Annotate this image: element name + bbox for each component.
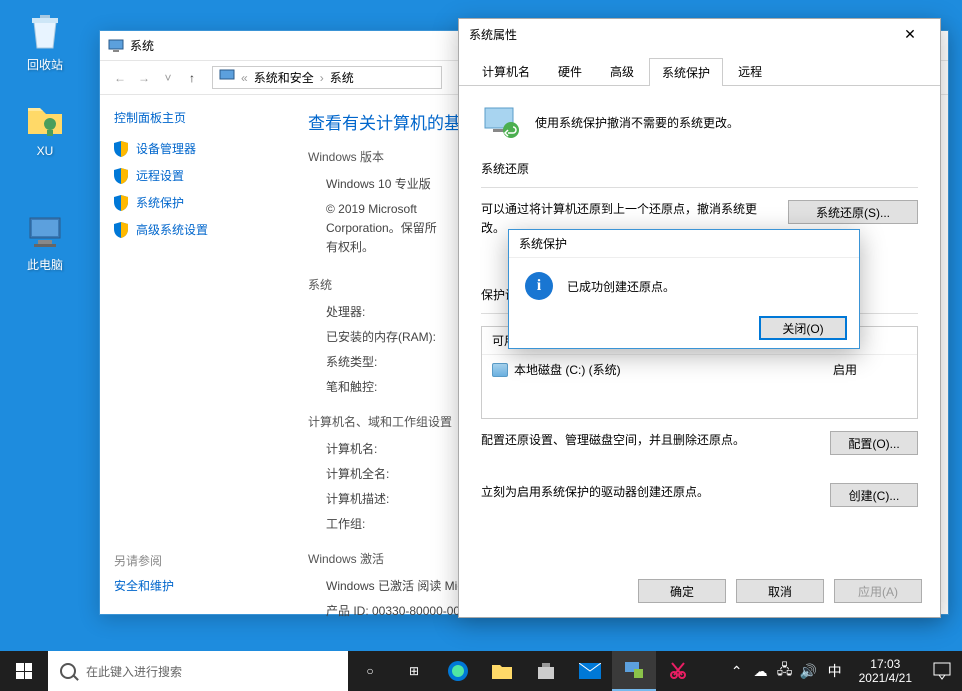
shield-icon bbox=[114, 195, 128, 211]
system-tray: ⌃ ☁ 🖧 🔊 中 17:03 2021/4/21 bbox=[725, 651, 962, 691]
label-pentouch: 笔和触控: bbox=[326, 378, 456, 395]
desktop-icon-thispc[interactable]: 此电脑 bbox=[10, 210, 80, 273]
label-ram: 已安装的内存(RAM): bbox=[326, 328, 456, 345]
tray-volume-icon[interactable]: 🔊 bbox=[797, 651, 821, 691]
label-compdesc: 计算机描述: bbox=[326, 490, 456, 507]
nav-fwd-button: → bbox=[132, 66, 156, 90]
folder-icon bbox=[24, 98, 66, 140]
tray-onedrive-icon[interactable]: ☁ bbox=[749, 651, 773, 691]
shield-icon bbox=[114, 168, 128, 184]
ok-button[interactable]: 确定 bbox=[638, 579, 726, 603]
tray-overflow-button[interactable]: ⌃ bbox=[725, 651, 749, 691]
start-button[interactable] bbox=[0, 651, 48, 691]
drive-name: 本地磁盘 (C:) (系统) bbox=[514, 361, 621, 378]
nav-recent-button[interactable]: ˅ bbox=[156, 66, 180, 90]
configure-button[interactable]: 配置(O)... bbox=[830, 431, 918, 455]
nav-back-button[interactable]: ← bbox=[108, 66, 132, 90]
dialog-title: 系统属性 bbox=[469, 26, 517, 43]
taskbar: 在此键入进行搜索 ○ ⊞ ⌃ ☁ 🖧 🔊 中 17:03 2021/4/21 bbox=[0, 651, 962, 691]
taskbar-app-snip[interactable] bbox=[656, 651, 700, 691]
restore-monitor-icon bbox=[481, 102, 521, 142]
pc-icon bbox=[108, 38, 124, 54]
cp-home-link[interactable]: 控制面板主页 bbox=[114, 109, 276, 126]
sidebar-link-sysprotect[interactable]: 系统保护 bbox=[114, 194, 276, 211]
cancel-button[interactable]: 取消 bbox=[736, 579, 824, 603]
pc-icon bbox=[24, 210, 66, 252]
cortana-button[interactable]: ○ bbox=[348, 651, 392, 691]
close-button[interactable]: ✕ bbox=[890, 21, 930, 47]
messagebox-title: 系统保护 bbox=[519, 235, 567, 252]
sidebar: 控制面板主页 设备管理器 远程设置 系统保护 高级系统设置 另请参阅 安全和维护 bbox=[100, 95, 290, 614]
label-compname: 计算机名: bbox=[326, 440, 456, 457]
sidebar-link-devicemgr[interactable]: 设备管理器 bbox=[114, 140, 276, 157]
create-button[interactable]: 创建(C)... bbox=[830, 483, 918, 507]
taskbar-app-store[interactable] bbox=[524, 651, 568, 691]
info-icon: i bbox=[525, 272, 553, 300]
chevron-icon: › bbox=[320, 71, 324, 85]
config-desc: 配置还原设置、管理磁盘空间，并且删除还原点。 bbox=[481, 431, 818, 450]
taskview-button[interactable]: ⊞ bbox=[392, 651, 436, 691]
window-title: 系统 bbox=[130, 37, 154, 54]
intro-text: 使用系统保护撤消不需要的系统更改。 bbox=[535, 114, 739, 131]
tray-network-icon[interactable]: 🖧 bbox=[773, 651, 797, 691]
windows-logo-icon bbox=[16, 663, 32, 679]
windows-version: Windows 10 专业版 bbox=[326, 175, 431, 192]
tab-sysprotect[interactable]: 系统保护 bbox=[649, 58, 723, 86]
shield-icon bbox=[114, 141, 128, 157]
shield-icon bbox=[114, 222, 128, 238]
close-button[interactable]: 关闭(O) bbox=[759, 316, 847, 340]
pc-icon bbox=[219, 69, 235, 86]
ime-button[interactable]: 中 bbox=[821, 651, 849, 691]
messagebox-titlebar[interactable]: 系统保护 bbox=[509, 230, 859, 258]
recycle-bin-icon bbox=[24, 10, 66, 52]
messagebox-text: 已成功创建还原点。 bbox=[567, 278, 675, 295]
label-workgroup: 工作组: bbox=[326, 515, 456, 532]
label-compfull: 计算机全名: bbox=[326, 465, 456, 482]
label-systype: 系统类型: bbox=[326, 353, 456, 370]
tab-advanced[interactable]: 高级 bbox=[597, 57, 647, 85]
chevron-icon: « bbox=[241, 71, 248, 85]
system-restore-button[interactable]: 系统还原(S)... bbox=[788, 200, 918, 224]
sidebar-link-advanced[interactable]: 高级系统设置 bbox=[114, 221, 276, 238]
taskbar-app-control-panel[interactable] bbox=[612, 651, 656, 691]
clock[interactable]: 17:03 2021/4/21 bbox=[849, 657, 922, 686]
section-restore-hd: 系统还原 bbox=[481, 160, 918, 177]
tab-remote[interactable]: 远程 bbox=[725, 57, 775, 85]
desktop-icon-folder-xu[interactable]: XU bbox=[10, 98, 80, 158]
clock-time: 17:03 bbox=[859, 657, 912, 671]
see-also: 另请参阅 安全和维护 bbox=[114, 552, 174, 594]
messagebox: 系统保护 i 已成功创建还原点。 关闭(O) bbox=[508, 229, 860, 349]
drive-state: 启用 bbox=[833, 361, 907, 378]
drive-icon bbox=[492, 363, 508, 377]
nav-up-button[interactable]: ↑ bbox=[180, 66, 204, 90]
taskbar-app-mail[interactable] bbox=[568, 651, 612, 691]
clock-date: 2021/4/21 bbox=[859, 671, 912, 685]
label-cpu: 处理器: bbox=[326, 303, 456, 320]
copyright-text: © 2019 Microsoft Corporation。保留所有权利。 bbox=[326, 200, 446, 258]
tabstrip: 计算机名 硬件 高级 系统保护 远程 bbox=[459, 49, 940, 86]
breadcrumb-item[interactable]: 系统 bbox=[330, 69, 354, 86]
sidebar-link-remote[interactable]: 远程设置 bbox=[114, 167, 276, 184]
tab-computername[interactable]: 计算机名 bbox=[469, 57, 543, 85]
search-icon bbox=[60, 663, 76, 679]
drive-row[interactable]: 本地磁盘 (C:) (系统) 启用 bbox=[482, 355, 917, 418]
desktop-icon-recycle[interactable]: 回收站 bbox=[10, 10, 80, 73]
divider bbox=[481, 187, 918, 188]
search-box[interactable]: 在此键入进行搜索 bbox=[48, 651, 348, 691]
search-placeholder: 在此键入进行搜索 bbox=[86, 663, 182, 680]
breadcrumb-item[interactable]: 系统和安全 bbox=[254, 69, 314, 86]
address-bar[interactable]: « 系统和安全 › 系统 bbox=[212, 66, 442, 89]
taskbar-app-edge[interactable] bbox=[436, 651, 480, 691]
action-center-button[interactable] bbox=[922, 651, 962, 691]
taskbar-app-explorer[interactable] bbox=[480, 651, 524, 691]
dialog-titlebar[interactable]: 系统属性 ✕ bbox=[459, 19, 940, 49]
apply-button: 应用(A) bbox=[834, 579, 922, 603]
tab-hardware[interactable]: 硬件 bbox=[545, 57, 595, 85]
create-desc: 立刻为启用系统保护的驱动器创建还原点。 bbox=[481, 483, 818, 502]
link-security-maint[interactable]: 安全和维护 bbox=[114, 577, 174, 594]
